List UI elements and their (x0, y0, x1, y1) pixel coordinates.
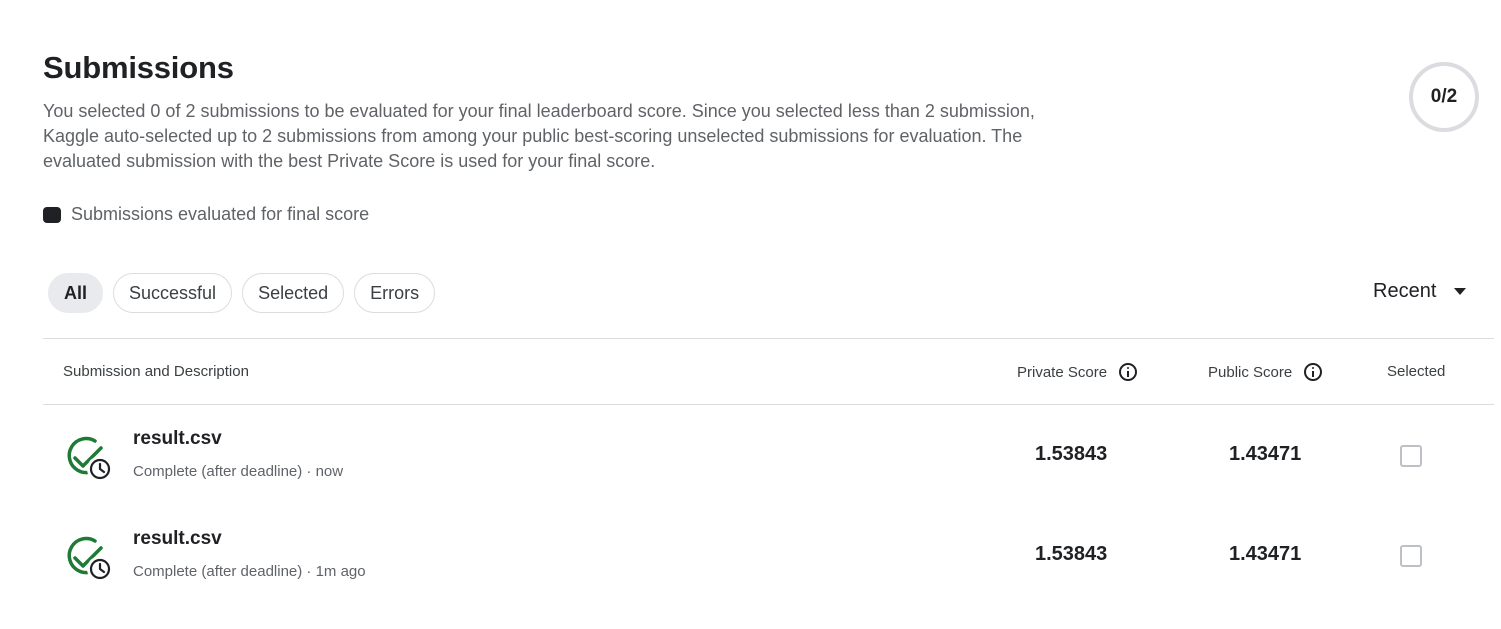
sort-label: Recent (1373, 280, 1437, 302)
column-public-score-label: Public Score (1208, 363, 1293, 381)
submission-status: Complete (after deadline) · 1m ago (133, 563, 366, 580)
select-checkbox[interactable] (1400, 545, 1422, 567)
check-clock-icon (67, 436, 113, 482)
chevron-down-icon (1454, 288, 1467, 295)
filter-errors[interactable]: Errors (354, 273, 436, 313)
column-private-score: Private Score (1017, 363, 1138, 381)
table-row: result.csv Complete (after deadline) · 1… (43, 505, 1494, 605)
page-description: You selected 0 of 2 submissions to be ev… (43, 101, 1035, 171)
column-public-score: Public Score (1208, 363, 1323, 381)
submission-name[interactable]: result.csv (133, 428, 222, 450)
private-score: 1.53843 (1035, 543, 1108, 565)
filter-selected[interactable]: Selected (242, 273, 345, 313)
filter-all[interactable]: All (48, 273, 104, 313)
submission-name[interactable]: result.csv (133, 528, 222, 550)
select-checkbox[interactable] (1400, 445, 1422, 467)
column-submission-label: Submission and Description (63, 363, 249, 380)
sort-dropdown[interactable]: Recent (1373, 280, 1467, 303)
column-selected-label: Selected (1387, 363, 1446, 380)
filter-chips: All Successful Selected Errors (48, 273, 436, 313)
column-private-score-label: Private Score (1017, 363, 1108, 381)
legend: Submissions evaluated for final score (43, 204, 369, 225)
table-header: Submission and Description Private Score… (43, 338, 1494, 405)
column-submission: Submission and Description (63, 363, 249, 380)
submissions-table: Submission and Description Private Score… (43, 338, 1494, 605)
column-selected: Selected (1387, 363, 1445, 380)
public-score: 1.43471 (1229, 443, 1302, 465)
page-title: Submissions (43, 50, 234, 85)
legend-label: Submissions evaluated for final score (71, 204, 370, 224)
submissions-page: Submissions You selected 0 of 2 submissi… (0, 0, 1501, 629)
selection-counter: 0/2 (1409, 62, 1479, 132)
public-score: 1.43471 (1229, 543, 1302, 565)
filter-successful[interactable]: Successful (113, 273, 233, 313)
info-icon[interactable] (1304, 363, 1323, 381)
table-row: result.csv Complete (after deadline) · n… (43, 405, 1494, 505)
legend-swatch (43, 206, 61, 223)
check-clock-icon (67, 536, 113, 582)
submission-status: Complete (after deadline) · now (133, 463, 344, 480)
info-icon[interactable] (1119, 363, 1138, 381)
private-score: 1.53843 (1035, 443, 1108, 465)
